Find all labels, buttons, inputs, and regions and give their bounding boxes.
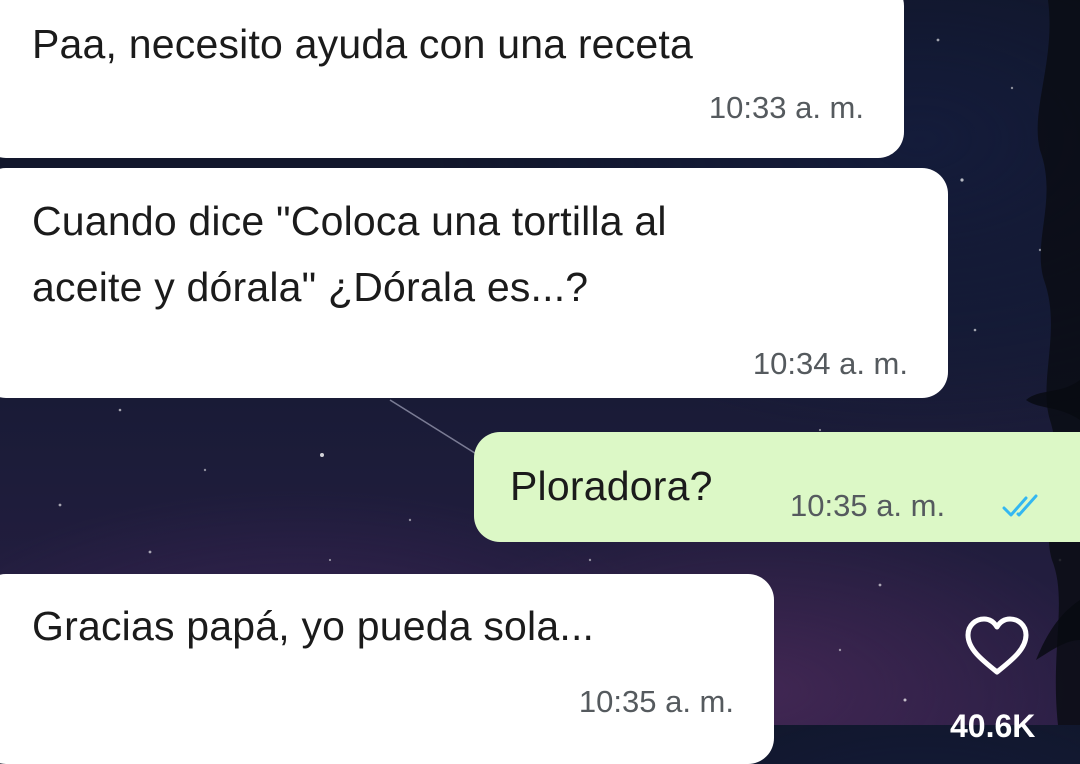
incoming-message-bubble[interactable]: Cuando dice "Coloca una tortilla al acei… bbox=[0, 168, 948, 398]
message-text-line-1: Cuando dice "Coloca una tortilla al bbox=[32, 198, 667, 244]
message-timestamp: 10:35 a. m. bbox=[790, 488, 946, 523]
outgoing-message-bubble[interactable]: Ploradora? 10:35 a. m. bbox=[474, 432, 1080, 542]
message-text-line-2: aceite y dórala" ¿Dórala es...? bbox=[32, 264, 589, 310]
message-text: Ploradora? bbox=[510, 463, 713, 509]
message-text: Gracias papá, yo pueda sola... bbox=[32, 603, 595, 649]
message-text: Paa, necesito ayuda con una receta bbox=[32, 21, 693, 67]
incoming-message-bubble[interactable]: Paa, necesito ayuda con una receta 10:33… bbox=[0, 0, 904, 158]
like-count: 40.6K bbox=[950, 708, 1036, 744]
heart-outline-icon[interactable] bbox=[962, 614, 1032, 678]
read-double-check-icon bbox=[1002, 494, 1038, 517]
message-timestamp: 10:33 a. m. bbox=[708, 90, 864, 125]
message-timestamp: 10:34 a. m. bbox=[752, 346, 908, 381]
message-timestamp: 10:35 a. m. bbox=[578, 684, 734, 719]
incoming-message-bubble[interactable]: Gracias papá, yo pueda sola... 10:35 a. … bbox=[0, 574, 774, 764]
